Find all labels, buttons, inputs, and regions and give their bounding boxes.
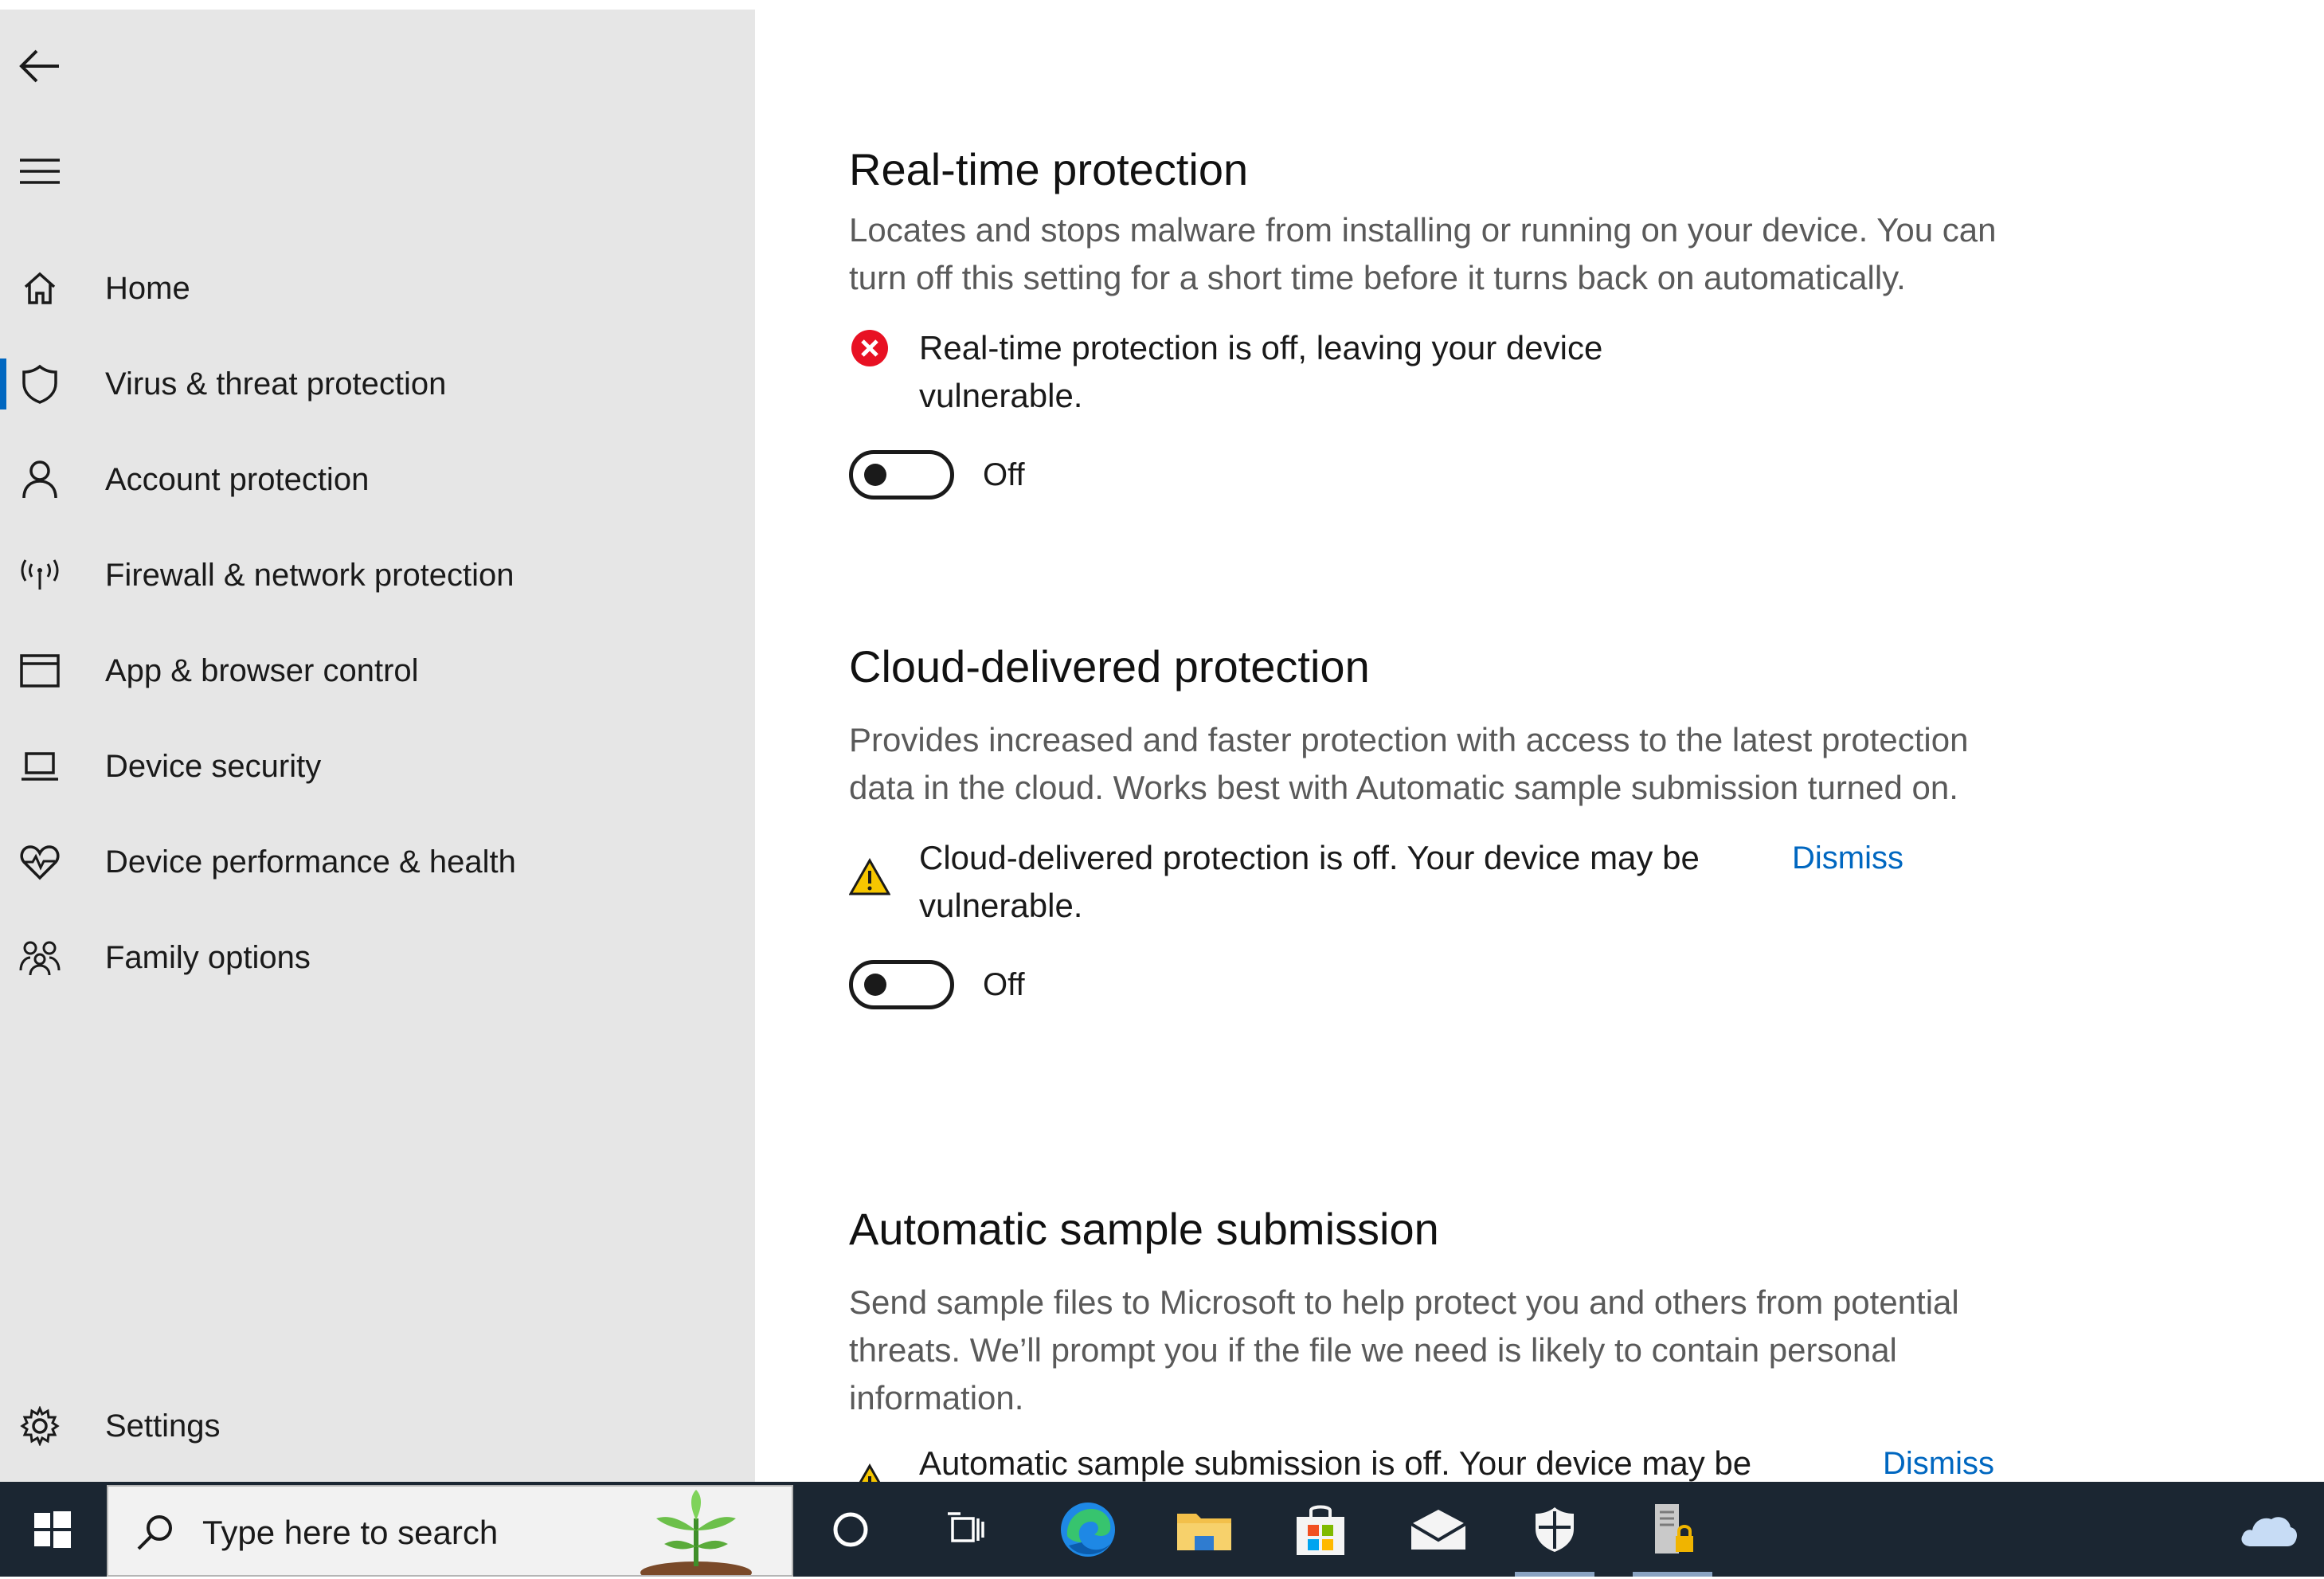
person-icon <box>18 457 62 502</box>
task-view-icon <box>948 1511 984 1542</box>
sidebar-item-label: Home <box>105 270 190 306</box>
server-manager-button[interactable] <box>1625 1482 1720 1577</box>
sidebar-item-device-security[interactable]: Device security <box>0 719 755 814</box>
server-lock-icon <box>1655 1503 1693 1554</box>
status-text: Real-time protection is off, leaving you… <box>919 329 1603 414</box>
windows-logo-icon <box>34 1510 71 1548</box>
taskbar-search-box[interactable]: Type here to search <box>107 1485 793 1579</box>
sidebar-item-label: Device security <box>105 748 322 784</box>
sidebar-item-firewall[interactable]: Firewall & network protection <box>0 527 755 623</box>
main-content: Real-time protection Locates and stops m… <box>755 10 2324 1482</box>
hamburger-icon <box>20 159 60 184</box>
error-icon <box>849 327 890 369</box>
sidebar-item-account-protection[interactable]: Account protection <box>0 432 755 527</box>
windows-security-button[interactable] <box>1507 1482 1602 1577</box>
security-shield-icon <box>1536 1507 1574 1552</box>
status-text: Cloud-delivered protection is off. Your … <box>919 839 1700 924</box>
toggle-label: Off <box>983 966 1025 1002</box>
browser-window-icon <box>18 648 62 693</box>
dismiss-link[interactable]: Dismiss <box>1883 1440 1994 1482</box>
toggle-knob <box>864 464 886 486</box>
status-row: Real-time protection is off, leaving you… <box>849 324 2044 420</box>
realtime-protection-section: Real-time protection Locates and stops m… <box>849 143 2044 500</box>
onedrive-tray-button[interactable] <box>2220 1482 2316 1577</box>
section-description: Provides increased and faster protection… <box>849 721 1969 806</box>
sample-submission-section: Automatic sample submission Send sample … <box>849 1203 2044 1482</box>
cloud-protection-toggle[interactable] <box>849 960 954 1009</box>
gear-icon <box>18 1404 62 1448</box>
cloud-toggle-row: Off <box>849 960 2044 1009</box>
cloud-protection-section: Cloud-delivered protection Provides incr… <box>849 641 2044 1009</box>
section-title: Automatic sample submission <box>849 1204 1439 1254</box>
sidebar-item-home[interactable]: Home <box>0 241 755 336</box>
sidebar-item-settings[interactable]: Settings <box>0 1378 755 1474</box>
running-app-indicator <box>1633 1572 1712 1577</box>
sidebar-item-virus-threat-protection[interactable]: Virus & threat protection <box>0 336 755 432</box>
onedrive-cloud-icon <box>2241 1516 2297 1546</box>
section-description: Locates and stops malware from installin… <box>849 211 1997 296</box>
edge-browser-button[interactable] <box>1040 1482 1136 1577</box>
start-button[interactable] <box>0 1482 105 1577</box>
realtime-protection-toggle[interactable] <box>849 450 954 500</box>
sidebar: Home Virus & threat protection Account p… <box>0 10 755 1482</box>
active-app-indicator <box>1515 1572 1594 1577</box>
family-icon <box>18 935 62 980</box>
section-title: Cloud-delivered protection <box>849 641 1370 692</box>
title-bar <box>0 0 2324 10</box>
wifi-antenna-icon <box>18 553 62 598</box>
sidebar-item-label: Firewall & network protection <box>105 557 514 593</box>
window: Home Virus & threat protection Account p… <box>0 0 2324 1579</box>
section-description: Send sample files to Microsoft to help p… <box>849 1283 1959 1416</box>
search-placeholder: Type here to search <box>202 1514 499 1551</box>
task-view-button[interactable] <box>917 1482 1013 1577</box>
status-row: Automatic sample submission is off. Your… <box>849 1440 2044 1482</box>
warning-icon <box>849 1462 890 1482</box>
shield-icon <box>18 362 62 406</box>
status-row: Cloud-delivered protection is off. Your … <box>849 834 2044 930</box>
file-explorer-button[interactable] <box>1156 1482 1252 1577</box>
home-icon <box>18 266 62 311</box>
sidebar-item-device-performance[interactable]: Device performance & health <box>0 814 755 910</box>
folder-icon <box>1177 1513 1231 1550</box>
back-button[interactable] <box>16 38 64 94</box>
warning-icon <box>849 856 890 898</box>
search-highlight-image <box>601 1487 792 1579</box>
sidebar-item-family-options[interactable]: Family options <box>0 910 755 1005</box>
sidebar-item-label: Virus & threat protection <box>105 366 447 402</box>
store-bag-icon <box>1297 1505 1344 1555</box>
laptop-icon <box>18 744 62 789</box>
mail-envelope-icon <box>1410 1509 1467 1550</box>
heart-icon <box>18 840 62 884</box>
microsoft-store-button[interactable] <box>1273 1482 1368 1577</box>
sidebar-item-label: Family options <box>105 939 311 975</box>
sidebar-nav: Home Virus & threat protection Account p… <box>0 241 755 1005</box>
search-icon <box>137 1515 172 1550</box>
sidebar-item-label: App & browser control <box>105 652 419 688</box>
cortana-button[interactable] <box>803 1482 898 1577</box>
settings-label: Settings <box>105 1408 221 1444</box>
taskbar: Type here to search <box>0 1482 2324 1579</box>
toggle-label: Off <box>983 456 1025 492</box>
section-title: Real-time protection <box>849 144 1249 194</box>
back-arrow-icon <box>19 49 59 83</box>
mail-button[interactable] <box>1391 1482 1486 1577</box>
cortana-circle-icon <box>833 1512 868 1546</box>
sidebar-item-label: Account protection <box>105 461 370 497</box>
hamburger-menu-button[interactable] <box>16 143 64 199</box>
realtime-toggle-row: Off <box>849 450 2044 500</box>
sidebar-item-app-browser[interactable]: App & browser control <box>0 623 755 719</box>
status-text: Automatic sample submission is off. Your… <box>919 1444 1752 1482</box>
sidebar-item-label: Device performance & health <box>105 844 516 880</box>
toggle-knob <box>864 974 886 996</box>
edge-icon <box>1061 1502 1115 1557</box>
dismiss-link[interactable]: Dismiss <box>1792 834 1903 882</box>
